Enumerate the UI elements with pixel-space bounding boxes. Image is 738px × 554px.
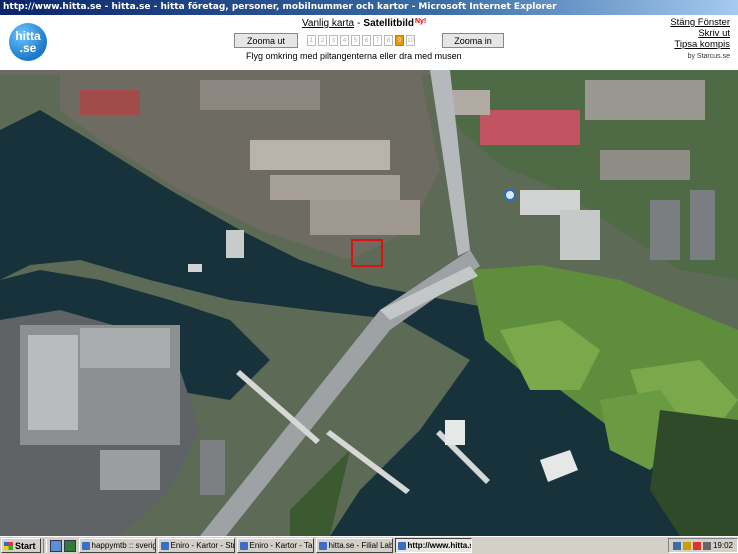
language-icon[interactable]: [682, 541, 691, 550]
desktop-quicklaunch-icon[interactable]: [63, 539, 76, 552]
clock[interactable]: 19:02: [713, 541, 733, 550]
system-tray: 19:02: [667, 538, 738, 553]
windows-logo-icon: [4, 541, 13, 550]
satellite-map-image: [0, 70, 738, 536]
credit-text: by Starcus.se: [687, 53, 730, 60]
zoom-level-selector: 1 2 3 4 5 6 7 8 9 10: [307, 35, 415, 46]
navigation-instructions: Flyg omkring med piltangenterna eller dr…: [246, 51, 462, 61]
satellite-map-link[interactable]: Satellitbild: [363, 18, 414, 29]
hitta-logo[interactable]: hitta .se: [9, 23, 47, 61]
map-toolbar: hitta .se Vanlig karta - SatellitbildNy! Z…: [0, 15, 738, 71]
taskbar-item-label: hitta.se - Filial Lab. Horn...: [328, 541, 392, 550]
satellite-map[interactable]: [0, 70, 738, 536]
taskbar-item-4[interactable]: hitta.se - Filial Lab. Horn...: [315, 538, 393, 553]
new-badge: Ny!: [414, 18, 427, 25]
zoom-level-7[interactable]: 7: [373, 35, 382, 46]
zoom-out-button[interactable]: Zooma ut: [234, 33, 298, 48]
zoom-level-10[interactable]: 10: [406, 35, 415, 46]
taskbar-item-1[interactable]: happymtb :: sveriges tre...: [78, 538, 156, 553]
network-icon[interactable]: [672, 541, 681, 550]
zoom-in-button[interactable]: Zooma in: [442, 33, 504, 48]
taskbar-item-5[interactable]: http://www.hitta.se - ...: [394, 538, 472, 553]
browser-icon: [397, 541, 406, 550]
taskbar-item-label: http://www.hitta.se - ...: [407, 541, 472, 550]
taskbar-item-label: Eniro - Kartor - Street Ho...: [170, 541, 235, 550]
browser-icon: [160, 541, 169, 550]
taskbar-item-label: happymtb :: sveriges tre...: [91, 541, 155, 550]
taskbar-item-3[interactable]: Eniro - Kartor - Tantolun...: [236, 538, 314, 553]
taskbar-separator: [42, 538, 47, 553]
window-title-bar: http://www.hitta.se - hitta.se - hitta f…: [0, 0, 738, 15]
zoom-level-4[interactable]: 4: [340, 35, 349, 46]
tip-friend-link[interactable]: Tipsa kompis: [670, 39, 730, 50]
zoom-level-9[interactable]: 9: [395, 35, 404, 46]
map-mode-switch: Vanlig karta - SatellitbildNy!: [302, 18, 426, 29]
start-label: Start: [15, 540, 36, 551]
browser-icon: [318, 541, 327, 550]
zoom-level-8[interactable]: 8: [384, 35, 393, 46]
browser-icon: [239, 541, 248, 550]
zoom-level-6[interactable]: 6: [362, 35, 371, 46]
zoom-level-2[interactable]: 2: [318, 35, 327, 46]
mode-separator: -: [357, 18, 361, 29]
browser-icon: [81, 541, 90, 550]
taskbar-item-label: Eniro - Kartor - Tantolun...: [249, 541, 313, 550]
ie-quicklaunch-icon[interactable]: [49, 539, 62, 552]
zoom-level-5[interactable]: 5: [351, 35, 360, 46]
close-window-link[interactable]: Stäng Fönster: [670, 17, 730, 28]
zoom-level-3[interactable]: 3: [329, 35, 338, 46]
volume-icon[interactable]: [702, 541, 711, 550]
print-link[interactable]: Skriv ut: [670, 28, 730, 39]
point-marker-icon: [504, 189, 516, 201]
zoom-level-1[interactable]: 1: [307, 35, 316, 46]
antivirus-icon[interactable]: [692, 541, 701, 550]
window-links: Stäng Fönster Skriv ut Tipsa kompis: [670, 17, 730, 50]
logo-text-se: .se: [19, 41, 37, 55]
window-title: http://www.hitta.se - hitta.se - hitta f…: [3, 2, 557, 12]
windows-taskbar: Start happymtb :: sveriges tre... Eniro …: [0, 536, 738, 554]
normal-map-link[interactable]: Vanlig karta: [302, 18, 354, 29]
taskbar-item-2[interactable]: Eniro - Kartor - Street Ho...: [157, 538, 235, 553]
start-button[interactable]: Start: [1, 538, 41, 553]
